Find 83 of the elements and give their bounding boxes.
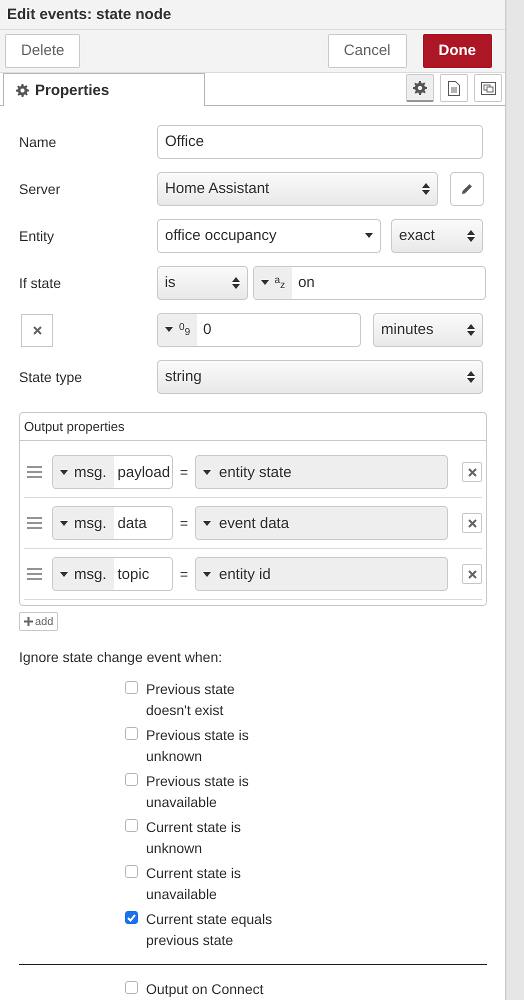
equals-sign: = — [178, 566, 190, 582]
checkbox-label: Current state is unknown — [146, 818, 242, 858]
checkbox-label: Previous state doesn't exist — [146, 680, 236, 720]
name-field[interactable]: Office — [157, 124, 483, 158]
caret-icon — [60, 572, 68, 576]
remove-button[interactable] — [462, 513, 482, 533]
type-icon: 09 — [179, 322, 190, 338]
caret-icon — [203, 520, 211, 526]
updown-icon — [232, 276, 240, 288]
gear-icon — [413, 80, 427, 94]
window-title: Edit events: state node — [7, 6, 172, 23]
checkbox[interactable] — [125, 727, 138, 740]
remove-button[interactable] — [462, 462, 482, 482]
state-field[interactable]: az on — [252, 266, 486, 300]
remove-button[interactable] — [462, 564, 482, 584]
gear-icon — [16, 84, 29, 96]
state-type-select[interactable]: string — [157, 360, 483, 394]
checkbox-label: Previous state is unknown — [146, 726, 250, 766]
section-title: Ignore state change event when: — [19, 649, 224, 665]
tab-icon-button[interactable] — [474, 74, 502, 102]
updown-icon — [467, 324, 475, 336]
property-field[interactable]: msg. payload — [52, 455, 173, 489]
updown-icon — [422, 182, 430, 194]
value-select[interactable]: entity id — [195, 557, 448, 591]
entity-field[interactable]: office occupancy — [157, 218, 381, 252]
plus-icon — [24, 617, 33, 626]
property-field[interactable]: msg. topic — [52, 557, 173, 591]
close-icon — [468, 518, 476, 528]
field-label: If state — [19, 274, 62, 290]
operator-select[interactable]: is — [156, 266, 248, 300]
equals-sign: = — [178, 464, 190, 480]
caret-icon — [165, 327, 173, 332]
checkbox-label: Output on Connect — [146, 980, 265, 999]
caret-icon — [260, 280, 269, 285]
panel-title: Output properties — [24, 419, 124, 434]
value-select[interactable]: event data — [195, 506, 448, 540]
add-button[interactable]: add — [19, 612, 58, 631]
updown-icon — [467, 370, 475, 382]
field-label: Name — [19, 134, 58, 150]
checkbox-label: Previous state is unavailable — [146, 772, 250, 812]
drag-handle-icon[interactable] — [27, 517, 42, 529]
close-icon — [32, 326, 42, 335]
checkbox-label: Current state is unavailable — [146, 864, 242, 904]
drag-handle-icon[interactable] — [27, 568, 42, 580]
caret-icon — [365, 233, 373, 238]
caret-icon — [60, 520, 68, 526]
match-select[interactable]: exact — [391, 218, 483, 252]
unit-select[interactable]: minutes — [373, 312, 483, 346]
value-select[interactable]: entity state — [195, 455, 448, 489]
equals-sign: = — [178, 515, 190, 531]
close-icon — [468, 468, 476, 476]
checkbox[interactable] — [125, 865, 138, 878]
field-label: State type — [19, 368, 84, 384]
type-icon: az — [274, 274, 286, 290]
close-button[interactable] — [21, 314, 53, 347]
pencil-icon — [461, 182, 473, 194]
primary-button[interactable]: Done — [422, 34, 492, 68]
check-icon — [127, 914, 136, 922]
tab-icon-button[interactable] — [406, 74, 434, 102]
field-label: Entity — [19, 228, 56, 244]
drag-handle-icon[interactable] — [27, 466, 42, 478]
server-select[interactable]: Home Assistant — [157, 172, 438, 206]
checkbox-label: Current state equals previous state — [146, 910, 274, 950]
tab[interactable]: Properties — [3, 73, 205, 106]
duration-field[interactable]: 09 0 — [157, 312, 361, 346]
checkbox[interactable] — [125, 981, 138, 994]
document-icon — [448, 80, 460, 96]
field-label: Server — [19, 180, 62, 196]
checkbox[interactable] — [125, 681, 138, 694]
caret-icon — [203, 572, 211, 576]
checkbox[interactable] — [125, 911, 138, 924]
caret-icon — [60, 470, 68, 474]
tab-icon-button[interactable] — [440, 74, 468, 102]
close-icon — [468, 570, 476, 578]
updown-icon — [467, 230, 475, 242]
checkbox[interactable] — [125, 819, 138, 832]
caret-icon — [203, 470, 211, 474]
checkbox[interactable] — [125, 773, 138, 786]
toolbar-button[interactable]: Cancel — [328, 34, 406, 68]
toolbar-button[interactable]: Delete — [5, 34, 80, 68]
edit-button[interactable] — [450, 172, 484, 206]
property-field[interactable]: msg. data — [52, 506, 173, 540]
frame-icon — [480, 80, 496, 96]
